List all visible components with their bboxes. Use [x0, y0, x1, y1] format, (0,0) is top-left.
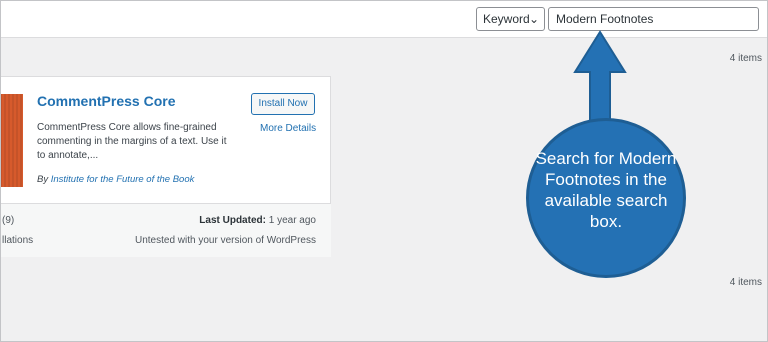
annotation-text: Search for Modern Footnotes in the avail…	[535, 149, 677, 231]
annotation-callout: Search for Modern Footnotes in the avail…	[526, 118, 686, 278]
